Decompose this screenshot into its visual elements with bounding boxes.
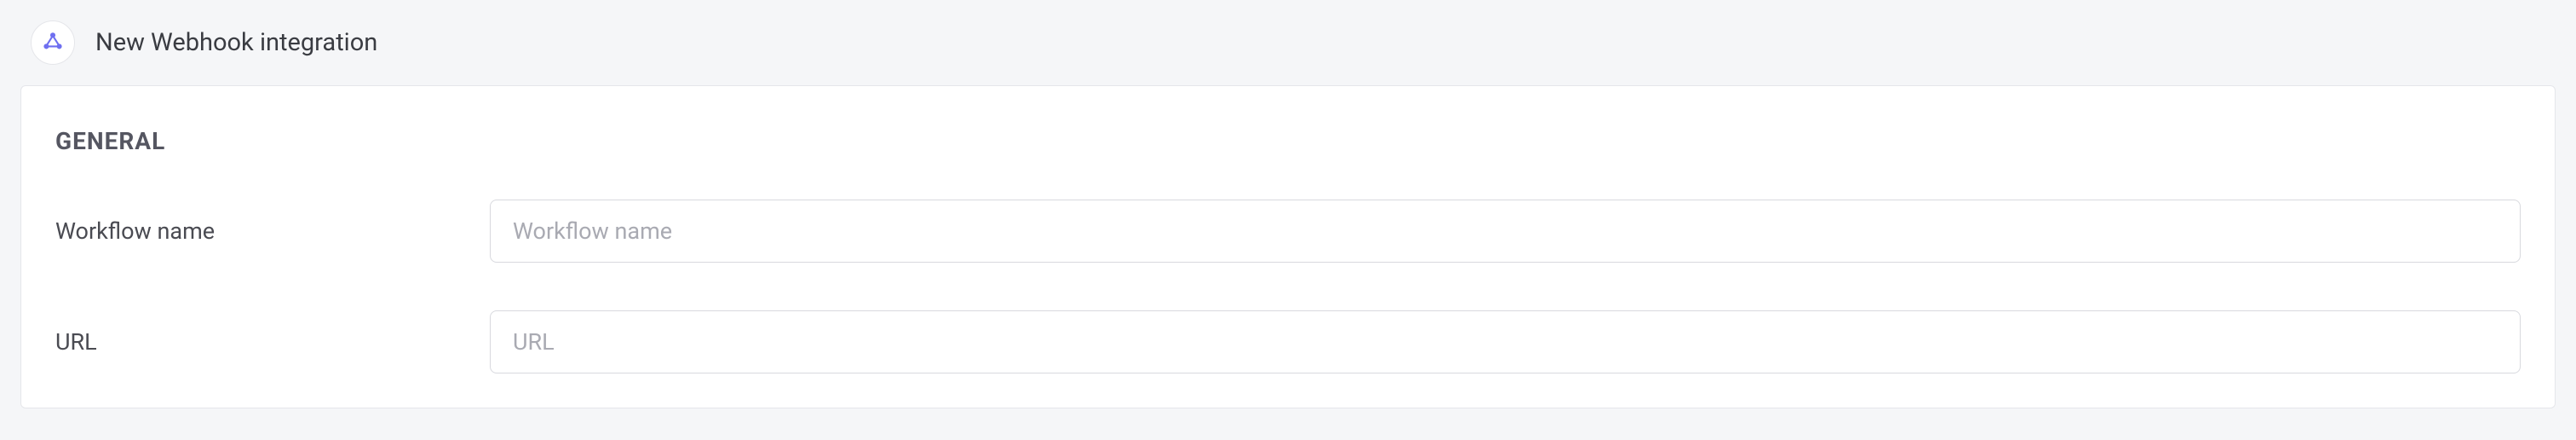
workflow-name-label: Workflow name (55, 217, 490, 245)
page-title: New Webhook integration (95, 28, 377, 57)
page-header: New Webhook integration (0, 0, 2576, 85)
url-label: URL (55, 328, 490, 356)
webhook-icon (41, 29, 65, 56)
general-card: GENERAL Workflow name URL (20, 85, 2556, 408)
section-title-general: GENERAL (55, 127, 2521, 155)
workflow-name-input[interactable] (490, 200, 2521, 263)
webhook-icon-container (31, 20, 75, 65)
workflow-name-row: Workflow name (55, 200, 2521, 263)
url-row: URL (55, 310, 2521, 373)
url-input[interactable] (490, 310, 2521, 373)
